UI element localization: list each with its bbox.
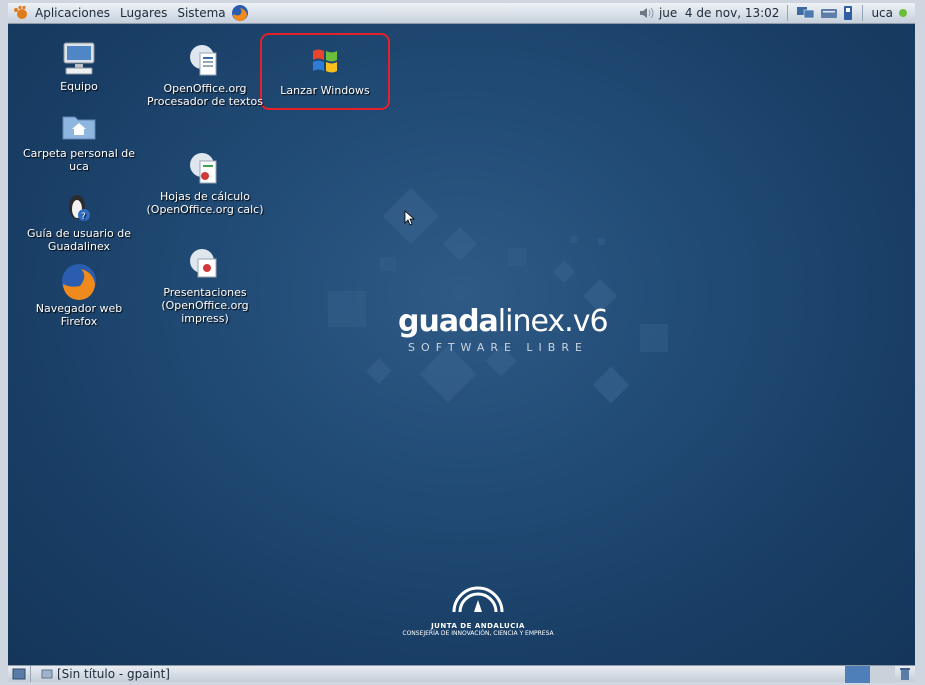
icon-label: Guía de usuario de Guadalinex [26,227,131,253]
trash-icon[interactable] [895,664,915,685]
decor-square [570,236,577,243]
show-desktop-icon[interactable] [8,664,26,685]
desktop-icon-firefox[interactable]: Navegador web Firefox [20,262,138,328]
menu-lugares[interactable]: Lugares [115,3,172,24]
separator [787,5,789,21]
decor-square [508,248,526,266]
icon-label: Lanzar Windows [280,84,370,97]
gnome-foot-icon[interactable] [8,3,30,24]
screen: Aplicaciones Lugares Sistema jue 4 de no… [0,0,925,685]
home-folder-icon [59,107,99,145]
brand-logo: guadalinex.v6 [398,304,609,339]
icon-label: Hojas de cálculo (OpenOffice.org calc) [146,190,264,216]
keyboard-icon[interactable] [820,3,838,24]
taskbar-item-label: [Sin título - gpaint] [57,667,170,681]
firefox-icon [59,262,99,300]
decor-square [640,324,668,352]
decor-square [328,291,366,327]
separator [30,666,31,682]
top-panel: Aplicaciones Lugares Sistema jue 4 de no… [8,3,915,24]
mouse-cursor-icon [404,210,416,226]
decor-diamond [552,260,576,284]
junta-dept: CONSEJERÍA DE INNOVACIÓN, CIENCIA Y EMPR… [402,630,554,637]
menu-aplicaciones[interactable]: Aplicaciones [30,3,115,24]
user-status-icon [897,3,909,24]
decor-square [380,257,396,271]
separator [862,5,864,21]
clock[interactable]: jue 4 de nov, 13:02 [659,6,779,20]
brand-tagline: SOFTWARE LIBRE [408,341,588,354]
volume-icon[interactable] [639,3,655,24]
user-name[interactable]: uca [871,6,893,20]
firefox-launcher-icon[interactable] [231,3,249,24]
junta-andalucia-logo: JUNTA DE ANDALUCIA CONSEJERÍA DE INNOVAC… [388,584,568,637]
desktop-icon-carpeta-personal[interactable]: Carpeta personal de uca [20,107,138,173]
help-guide-icon: ? [59,187,99,225]
window-icon [41,669,53,679]
decor-square [598,238,605,245]
network-icon[interactable] [796,3,816,24]
desktop-icon-oo-calc[interactable]: Hojas de cálculo (OpenOffice.org calc) [146,150,264,216]
decor-diamond [443,227,477,261]
desktop[interactable]: Equipo Carpeta personal de uca ? Guía de… [8,24,915,665]
windows-logo-icon [305,42,345,80]
usb-device-icon[interactable] [842,3,854,24]
bottom-panel: [Sin título - gpaint] [8,664,915,685]
icon-label: Presentaciones (OpenOffice.org impress) [161,286,249,325]
workspace-2[interactable] [870,665,895,683]
openoffice-writer-icon [185,42,225,80]
openoffice-impress-icon [185,246,225,284]
desktop-icon-lanzar-windows[interactable]: Lanzar Windows [266,42,384,97]
decor-diamond [592,366,630,404]
computer-icon [59,40,99,78]
decor-diamond [366,358,392,384]
icon-label: Equipo [60,80,98,93]
decor-diamond [419,345,477,403]
desktop-icon-oo-impress[interactable]: Presentaciones (OpenOffice.org impress) [146,246,264,325]
workspace-1[interactable] [845,665,870,683]
taskbar-item-gpaint[interactable]: [Sin título - gpaint] [35,667,170,681]
svg-text:?: ? [81,212,86,222]
icon-label: Carpeta personal de uca [23,147,135,173]
icon-label: OpenOffice.org Procesador de textos [147,82,263,108]
junta-emblem-icon [452,586,504,613]
system-tray: jue 4 de nov, 13:02 uca [639,3,915,24]
desktop-icon-guia-usuario[interactable]: ? Guía de usuario de Guadalinex [20,187,138,253]
junta-name: JUNTA DE ANDALUCIA [431,622,525,630]
desktop-icon-oo-writer[interactable]: OpenOffice.org Procesador de textos [146,42,264,108]
icon-label: Navegador web Firefox [35,302,123,328]
menu-sistema[interactable]: Sistema [172,3,230,24]
desktop-icon-equipo[interactable]: Equipo [20,40,138,93]
openoffice-calc-icon [185,150,225,188]
guadalinex-brand: guadalinex.v6 SOFTWARE LIBRE [398,304,609,354]
workspace-switcher [845,664,915,685]
